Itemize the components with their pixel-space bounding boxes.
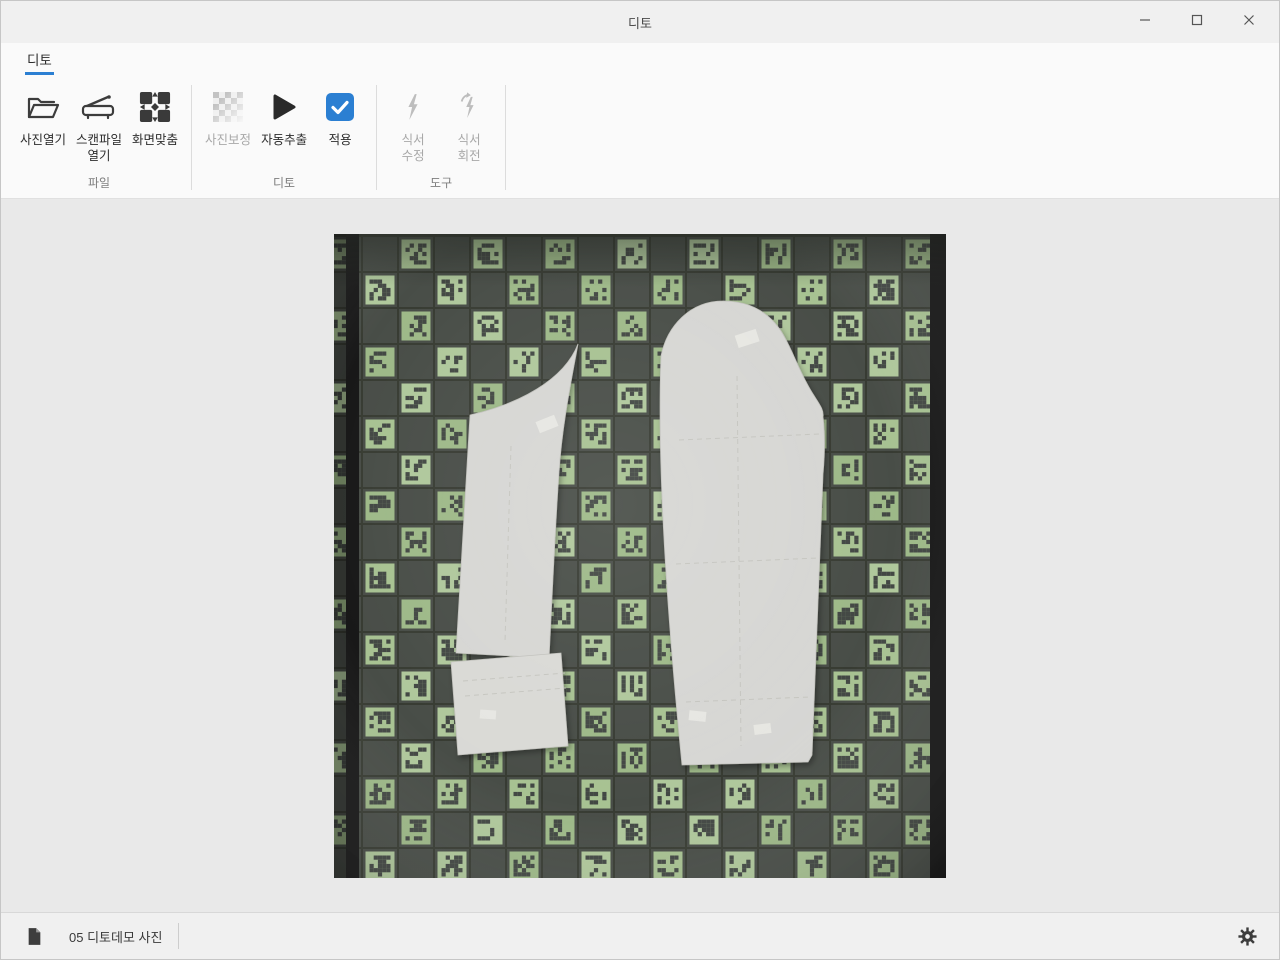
scanner-icon — [81, 89, 117, 125]
apply-button[interactable]: 적용 — [312, 87, 368, 150]
grainline-edit-label: 식서 수정 — [401, 133, 425, 163]
grainline-edit-icon — [402, 89, 424, 125]
fit-screen-icon — [139, 89, 171, 125]
group-label-ditto: 디토 — [273, 176, 296, 190]
check-icon — [325, 89, 355, 125]
grainline-rotate-icon — [458, 89, 480, 125]
settings-gear-button[interactable] — [1238, 926, 1257, 946]
grainline-edit-button[interactable]: 식서 수정 — [385, 87, 441, 166]
group-label-tools: 도구 — [430, 176, 453, 190]
minimize-button[interactable] — [1119, 1, 1171, 43]
statusbar: 05 디토데모 사진 — [1, 912, 1279, 959]
app-window: 디토 디토 사진열기 스캔파일 열기 화면맞춤 파일 사진보정 자동추출 적용 … — [0, 0, 1280, 960]
minimize-icon — [1139, 13, 1151, 31]
scan-photo[interactable] — [334, 234, 946, 878]
close-button[interactable] — [1223, 1, 1275, 43]
apply-label: 적용 — [328, 133, 352, 147]
ribbon-group-ditto: 사진보정 자동추출 적용 디토 — [194, 75, 374, 198]
open-photo-button[interactable]: 사진열기 — [15, 87, 71, 150]
photo-correction-button[interactable]: 사진보정 — [200, 87, 256, 150]
grainline-rotate-button[interactable]: 식서 회전 — [441, 87, 497, 166]
window-title: 디토 — [628, 15, 652, 31]
folder-icon — [26, 89, 60, 125]
group-ditto-buttons: 사진보정 자동추출 적용 — [194, 75, 374, 170]
ribbon-separator — [505, 85, 507, 190]
fit-screen-button[interactable]: 화면맞춤 — [127, 87, 183, 150]
fit-screen-label: 화면맞춤 — [132, 133, 179, 147]
auto-extract-label: 자동추출 — [261, 133, 308, 147]
open-photo-label: 사진열기 — [20, 133, 67, 147]
play-icon — [270, 89, 298, 125]
tab-ditto[interactable]: 디토 — [25, 45, 54, 75]
photo-correction-label: 사진보정 — [205, 133, 252, 147]
ribbon-buttons-row: 사진열기 스캔파일 열기 화면맞춤 파일 사진보정 자동추출 적용 디토 식서 … — [1, 75, 1279, 198]
left-edge-shade — [334, 234, 346, 878]
document-icon — [27, 927, 42, 946]
group-label-file: 파일 — [87, 176, 111, 190]
ribbon-separator — [376, 85, 378, 190]
gear-icon — [1238, 926, 1257, 946]
maximize-icon — [1191, 13, 1203, 31]
current-file-label: 05 디토데모 사진 — [69, 929, 163, 945]
close-icon — [1243, 13, 1255, 31]
ribbon-separator — [191, 85, 193, 190]
group-tools-buttons: 식서 수정 식서 회전 — [379, 75, 503, 170]
open-scanfile-label: 스캔파일 열기 — [76, 133, 123, 163]
window-controls — [1119, 1, 1275, 43]
top-shade-overlay — [334, 234, 946, 286]
transparency-checker-icon — [213, 89, 244, 125]
maximize-button[interactable] — [1171, 1, 1223, 43]
ribbon-tabrow: 디토 — [1, 43, 1279, 75]
auto-extract-button[interactable]: 자동추출 — [256, 87, 312, 150]
titlebar: 디토 — [1, 1, 1279, 43]
group-file-buttons: 사진열기 스캔파일 열기 화면맞춤 — [9, 75, 189, 170]
vignette-overlay — [334, 234, 946, 878]
ribbon-group-tools: 식서 수정 식서 회전 도구 — [379, 75, 503, 198]
statusbar-separator — [178, 923, 180, 949]
ribbon-group-file: 사진열기 스캔파일 열기 화면맞춤 파일 — [9, 75, 189, 198]
open-scanfile-button[interactable]: 스캔파일 열기 — [71, 87, 127, 166]
ribbon: 디토 사진열기 스캔파일 열기 화면맞춤 파일 사진보정 자동추출 적용 디토 … — [1, 43, 1279, 199]
canvas-area[interactable] — [1, 199, 1279, 912]
grainline-rotate-label: 식서 회전 — [457, 133, 481, 163]
